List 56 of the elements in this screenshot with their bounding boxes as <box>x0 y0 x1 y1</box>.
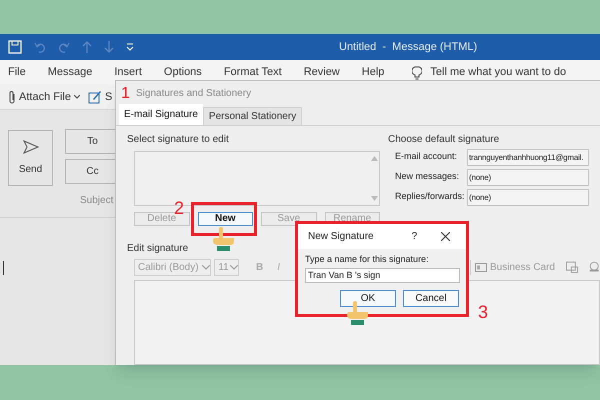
menu-tab[interactable]: Message <box>48 64 92 81</box>
tell-me-search[interactable]: Tell me what you want to do <box>430 64 566 81</box>
lightbulb-icon <box>412 66 422 80</box>
section-heading: Choose default signature <box>388 133 500 147</box>
subject-label: Subject <box>80 194 114 208</box>
dropdown-field[interactable]: trannguyenthanhhuong11@gmail. <box>467 148 589 166</box>
dialog-title: New Signature <box>308 230 374 244</box>
signature-button[interactable]: S <box>88 88 112 106</box>
ok-button[interactable]: OK <box>340 290 396 306</box>
scroll-down-icon[interactable] <box>370 196 378 201</box>
close-icon[interactable] <box>441 232 450 241</box>
dropdown-field[interactable]: (none) <box>467 168 589 186</box>
chevron-down-icon <box>230 264 238 270</box>
text-cursor <box>3 261 4 275</box>
menu-tab[interactable]: File <box>8 64 26 81</box>
highlight-frame <box>191 202 257 236</box>
picture-icon[interactable] <box>566 260 578 274</box>
chevron-down-icon <box>202 264 210 270</box>
menu-tab[interactable]: Options <box>164 64 202 81</box>
section-heading: Select signature to edit <box>127 133 230 147</box>
pencil-page-icon <box>88 90 102 104</box>
prompt-label: Type a name for this signature: <box>305 253 430 266</box>
pointing-hand-icon <box>344 300 370 326</box>
pointing-hand-icon <box>210 226 236 252</box>
dialog-tab[interactable]: Personal Stationery <box>202 107 302 125</box>
attach-file-button[interactable]: Attach File <box>8 88 80 106</box>
save-icon[interactable] <box>8 40 22 54</box>
dialog-tab[interactable]: E-mail Signature <box>119 104 203 125</box>
down-arrow-icon[interactable] <box>104 41 114 53</box>
dialog-button[interactable]: New <box>198 212 253 226</box>
customize-icon[interactable] <box>126 43 134 51</box>
dialog-title: Signatures and Stationery <box>136 86 252 100</box>
paperclip-icon <box>8 90 16 104</box>
field-label: E-mail account: <box>395 150 458 164</box>
step-number: 1 <box>121 86 130 102</box>
paper-plane-icon <box>22 140 38 154</box>
field-label: Replies/forwards: <box>395 190 465 204</box>
send-button[interactable]: Send <box>8 130 53 186</box>
name-input-field[interactable]: Tran Van B 's sign <box>305 268 460 282</box>
step-number: 3 <box>478 303 488 321</box>
menu-tab[interactable]: Help <box>362 64 384 81</box>
field-label: New messages: <box>395 170 460 184</box>
up-arrow-icon[interactable] <box>82 41 92 53</box>
help-button[interactable]: ? <box>412 229 418 244</box>
cancel-button[interactable]: Cancel <box>403 290 459 306</box>
section-heading: Edit signature <box>127 242 190 256</box>
dropdown-field[interactable]: (none) <box>467 188 589 206</box>
redo-icon[interactable] <box>58 41 70 53</box>
contact-card-icon <box>474 262 487 272</box>
undo-icon[interactable] <box>34 41 46 53</box>
menu-tab[interactable]: Format Text <box>224 64 282 81</box>
scroll-up-icon[interactable] <box>370 156 378 161</box>
window-title: Untitled - Message (HTML) <box>339 40 478 55</box>
chevron-down-icon <box>74 95 80 99</box>
menu-tab[interactable]: Review <box>304 64 340 81</box>
menu-tab[interactable]: Insert <box>114 64 142 81</box>
